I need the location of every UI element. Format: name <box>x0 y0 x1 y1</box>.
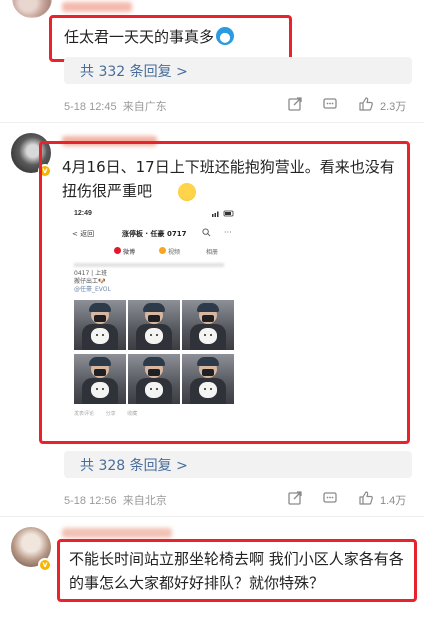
comment-icon[interactable] <box>322 490 338 506</box>
photo-thumbnail[interactable] <box>128 300 180 350</box>
view-replies-link[interactable]: 共 328 条回复 > <box>80 455 188 475</box>
verified-badge-icon: v <box>38 558 52 572</box>
crying-emoji-icon <box>178 183 196 201</box>
divider <box>0 516 424 517</box>
avatar[interactable] <box>12 0 52 18</box>
video-icon <box>159 247 166 254</box>
weibo-logo-icon <box>114 247 121 254</box>
photo-thumbnail[interactable] <box>182 354 234 404</box>
embedded-screenshot[interactable]: 12:49 < 返回 涨停板 · 任豪 0717 ··· 微博 视频 相册 04… <box>64 205 244 427</box>
divider <box>0 122 424 123</box>
nav-bar: < 返回 涨停板 · 任豪 0717 ··· <box>64 225 244 243</box>
search-icon[interactable] <box>202 228 211 237</box>
photo-thumbnail[interactable] <box>128 354 180 404</box>
like-count: 2.3万 <box>380 101 407 113</box>
comment-meta: 5-18 12:56 来自北京 <box>64 495 167 507</box>
signal-battery-icon <box>212 210 234 217</box>
username-blurred[interactable] <box>62 2 132 12</box>
comment-text: 4月16日、17日上下班还能抱狗营业。看来也没有扭伤很严重吧 <box>62 158 395 200</box>
page-title: 涨停板 · 任豪 0717 <box>122 230 187 238</box>
view-replies-link[interactable]: 共 332 条回复 > <box>80 61 188 81</box>
photo-thumbnail[interactable] <box>182 300 234 350</box>
comment-text: 任太君一天天的事真多 <box>64 25 235 49</box>
comment-meta: 5-18 12:45 来自广东 <box>64 101 167 113</box>
photo-grid <box>74 300 234 404</box>
like-count: 1.4万 <box>380 495 407 507</box>
like-icon[interactable] <box>358 490 374 506</box>
username-blurred[interactable] <box>62 528 172 538</box>
post-text: 0417 | 上班 搬仔出工🐶 @任豪_EVOL <box>74 263 234 294</box>
doraemon-emoji-icon <box>216 27 235 45</box>
photo-thumbnail[interactable] <box>74 354 126 404</box>
photo-thumbnail[interactable] <box>74 300 126 350</box>
more-icon[interactable]: ··· <box>224 228 232 237</box>
tab-bar: 微博 视频 相册 <box>64 245 244 259</box>
status-bar: 12:49 <box>64 205 244 223</box>
tab-album[interactable]: 相册 <box>206 247 218 256</box>
comment-icon[interactable] <box>322 96 338 112</box>
back-button[interactable]: < 返回 <box>72 229 94 239</box>
tab-weibo[interactable]: 微博 <box>123 247 135 256</box>
tab-video[interactable]: 视频 <box>168 247 180 256</box>
post-footer: 发表评论 分享 收藏 <box>74 411 138 417</box>
like-icon[interactable] <box>358 96 374 112</box>
share-icon[interactable] <box>287 490 303 506</box>
comment-text: 不能长时间站立那坐轮椅去啊 我们小区人家各有各的事怎么大家都好好排队？就你特殊？ <box>69 550 404 592</box>
share-icon[interactable] <box>287 96 303 112</box>
